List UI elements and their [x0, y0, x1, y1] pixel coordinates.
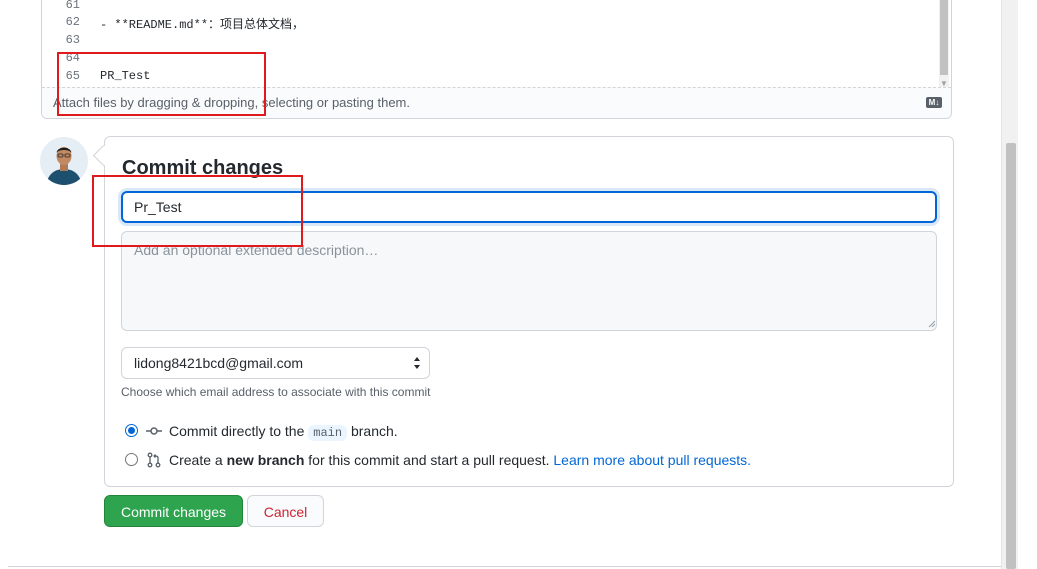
code-line: 62 - **README.md**：项目总体文档，: [42, 15, 939, 33]
divider: [8, 566, 1013, 567]
page-edge: [1018, 0, 1037, 569]
line-number: 63: [65, 33, 80, 47]
git-commit-icon: [146, 427, 162, 435]
resize-grip-icon[interactable]: [928, 320, 936, 328]
email-help-text: Choose which email address to associate …: [121, 385, 431, 399]
new-branch-radio[interactable]: [125, 453, 138, 466]
code-line: 61: [42, 0, 939, 16]
line-code: - **README.md**：项目总体文档，: [100, 18, 305, 32]
page-scrollbar[interactable]: [1001, 0, 1019, 569]
email-select[interactable]: lidong8421bcd@gmail.com: [121, 347, 430, 379]
page-scrollbar-thumb[interactable]: [1006, 143, 1016, 569]
branch-name-chip: main: [308, 425, 348, 441]
git-pull-request-icon: [147, 452, 161, 468]
line-number: 62: [65, 15, 80, 29]
annotation-box-summary: [92, 175, 303, 247]
commit-direct-label: Commit directly to the main branch.: [169, 423, 398, 441]
line-number: 61: [65, 0, 80, 12]
cancel-button[interactable]: Cancel: [247, 495, 324, 527]
editor-scrollbar[interactable]: ▼: [939, 0, 949, 89]
email-selected-value: lidong8421bcd@gmail.com: [134, 355, 304, 371]
commit-direct-radio[interactable]: [125, 424, 138, 437]
code-line: 63: [42, 33, 939, 51]
editor-scrollbar-thumb[interactable]: [940, 0, 948, 75]
learn-more-pull-requests-link[interactable]: Learn more about pull requests.: [553, 452, 751, 468]
new-branch-label: Create a new branch for this commit and …: [169, 452, 752, 468]
commit-changes-button[interactable]: Commit changes: [104, 495, 243, 527]
markdown-icon: M↓: [926, 97, 942, 108]
select-caret-icon: [414, 357, 420, 369]
annotation-box-editor: [57, 52, 266, 116]
avatar: [40, 137, 88, 185]
